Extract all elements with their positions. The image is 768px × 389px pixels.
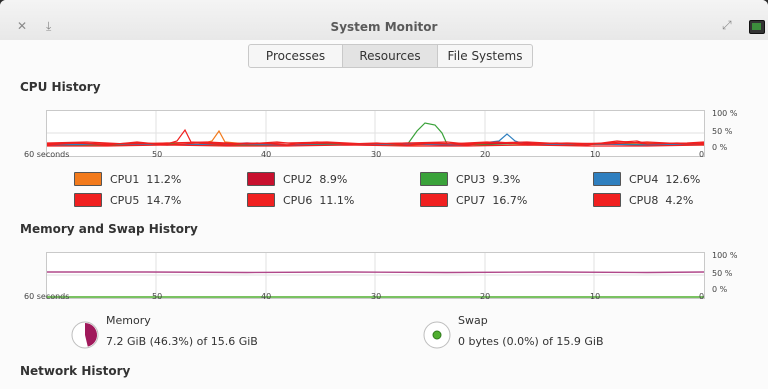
memory-axis-label: 30 (371, 292, 382, 301)
cpu-history-title: CPU History (20, 80, 101, 94)
cpu7-name: CPU7 (456, 194, 486, 207)
memory-axis-label: 50 (152, 292, 163, 301)
cpu-axis-label: 0 (699, 150, 705, 159)
cpu5-name: CPU5 (110, 194, 140, 207)
window-title: System Monitor (330, 20, 438, 34)
cpu2-name: CPU2 (283, 173, 313, 186)
memory-pct-label: 100 % (712, 251, 738, 260)
cpu-axis-label: 50 (152, 150, 163, 159)
cpu7-value: 16.7% (492, 194, 528, 207)
memory-axis-label: 10 (590, 292, 601, 301)
cpu6-color-button[interactable] (247, 193, 275, 207)
cpu8-line (47, 144, 704, 147)
cpu-axis-label: 60 seconds (24, 150, 70, 159)
memory-pct-label: 0 % (712, 285, 728, 294)
cpu3-color-button[interactable] (420, 172, 448, 186)
cpu6-name: CPU6 (283, 194, 313, 207)
tab-file-systems[interactable]: File Systems (438, 45, 532, 67)
memory-detail: 7.2 GiB (46.3%) of 15.6 GiB (106, 335, 258, 348)
cpu8-color-button[interactable] (593, 193, 621, 207)
maximize-icon[interactable]: ⤢ (722, 18, 732, 33)
cpu-pct-label: 50 % (712, 127, 733, 136)
memory-axis-label: 60 seconds (24, 292, 70, 301)
cpu2-color-button[interactable] (247, 172, 275, 186)
system-monitor-window: ✕ ⤓ System Monitor ⤢ Processes Resources… (0, 0, 768, 389)
cpu4-color-button[interactable] (593, 172, 621, 186)
swap-detail: 0 bytes (0.0%) of 15.9 GiB (458, 335, 604, 348)
cpu2-value: 8.9% (319, 173, 348, 186)
cpu-pct-label: 100 % (712, 109, 738, 118)
cpu1-name: CPU1 (110, 173, 140, 186)
memory-pie-chart[interactable] (70, 320, 100, 350)
cpu1-value: 11.2% (146, 173, 182, 186)
memory-swap-history-title: Memory and Swap History (20, 222, 198, 236)
cpu8-name: CPU8 (629, 194, 659, 207)
cpu-axis-label: 10 (590, 150, 601, 159)
memory-axis-label: 20 (480, 292, 491, 301)
cpu8-value: 4.2% (665, 194, 694, 207)
system-monitor-app-icon (749, 20, 765, 34)
network-history-title: Network History (20, 364, 131, 378)
cpu4-name: CPU4 (629, 173, 659, 186)
memory-info: Memory 7.2 GiB (46.3%) of 15.6 GiB (70, 314, 330, 354)
cpu6-value: 11.1% (319, 194, 355, 207)
memory-axis-label: 40 (261, 292, 272, 301)
view-switcher: Processes Resources File Systems (248, 44, 533, 68)
cpu-pct-label: 0 % (712, 143, 728, 152)
memory-axis-label: 0 (699, 292, 705, 301)
tab-processes[interactable]: Processes (249, 45, 343, 67)
memory-usage-line (47, 271, 704, 274)
cpu-axis-label: 40 (261, 150, 272, 159)
memory-pct-label: 50 % (712, 269, 733, 278)
cpu3-value: 9.3% (492, 173, 521, 186)
swap-label: Swap (458, 314, 488, 327)
swap-pie-chart[interactable] (422, 320, 452, 350)
titlebar: ✕ ⤓ System Monitor ⤢ (0, 0, 768, 40)
cpu3-name: CPU3 (456, 173, 486, 186)
cpu7-color-button[interactable] (420, 193, 448, 207)
cpu-axis-label: 20 (480, 150, 491, 159)
cpu4-value: 12.6% (665, 173, 701, 186)
tab-resources[interactable]: Resources (343, 45, 438, 67)
cpu1-color-button[interactable] (74, 172, 102, 186)
cpu5-color-button[interactable] (74, 193, 102, 207)
cpu-axis-label: 30 (371, 150, 382, 159)
cpu5-value: 14.7% (146, 194, 182, 207)
swap-indicator-dot (432, 330, 442, 340)
memory-label: Memory (106, 314, 151, 327)
swap-info: Swap 0 bytes (0.0%) of 15.9 GiB (422, 314, 682, 354)
